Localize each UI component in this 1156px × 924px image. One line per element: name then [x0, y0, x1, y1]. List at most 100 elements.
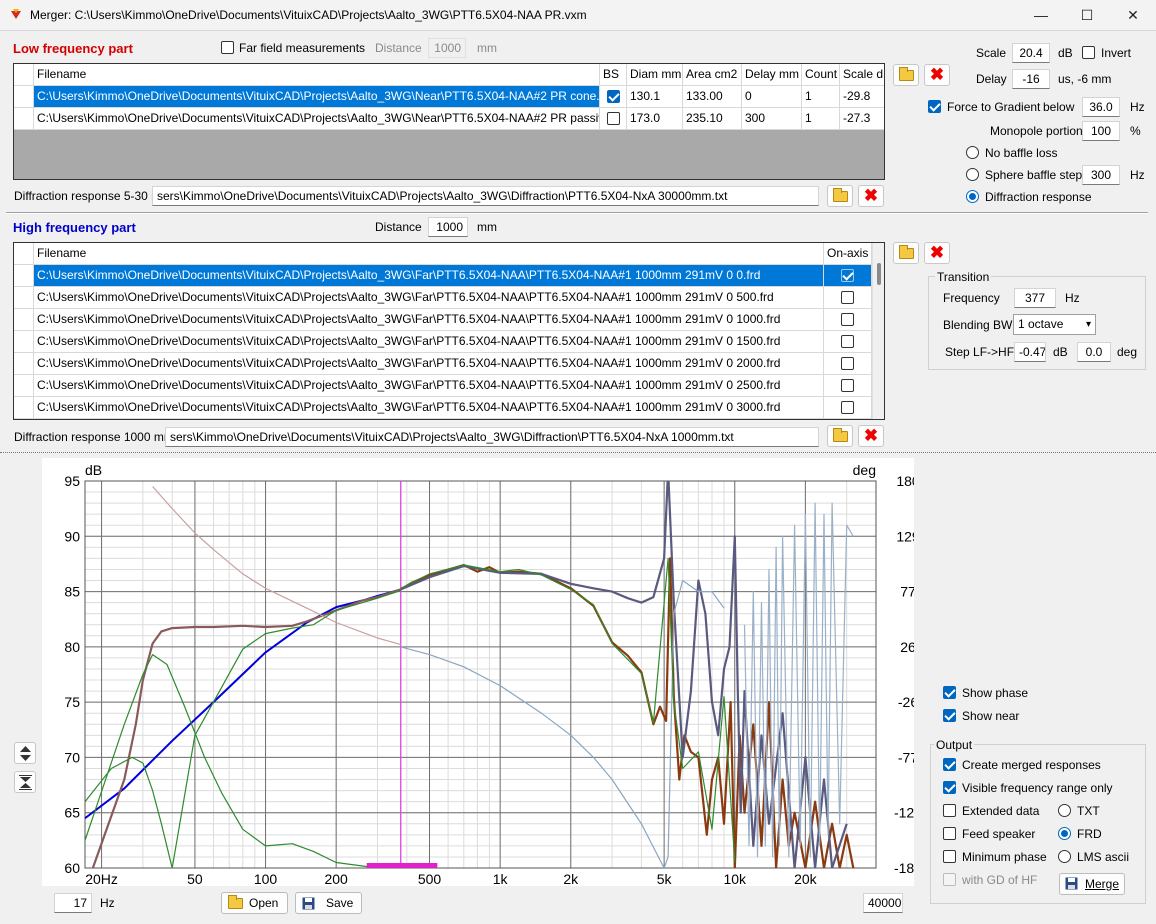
lf-remove-file-button[interactable]: ✖ [924, 64, 950, 86]
no-baffle-radio[interactable] [966, 146, 979, 159]
hf-diffraction-open-button[interactable] [827, 425, 853, 447]
lf-row-diam[interactable]: 173.0 [627, 108, 683, 130]
lf-row-count[interactable]: 1 [802, 86, 840, 108]
on-axis-checkbox[interactable] [841, 379, 854, 392]
delay-input[interactable]: -16 [1012, 69, 1050, 89]
sphere-baffle-input[interactable]: 300 [1082, 165, 1120, 185]
lf-row-scale[interactable]: -27.3 [840, 108, 884, 130]
lms-radio[interactable] [1058, 850, 1071, 863]
lf-row-filename[interactable]: C:\Users\Kimmo\OneDrive\Documents\Vituix… [34, 108, 600, 130]
frd-radio[interactable] [1058, 827, 1071, 840]
row-header[interactable] [14, 397, 34, 419]
minimize-button[interactable]: — [1018, 0, 1064, 31]
diffraction-response-radio[interactable] [966, 190, 979, 203]
hf-col-filename[interactable]: Filename [34, 243, 824, 265]
hf-row-filename[interactable]: C:\Users\Kimmo\OneDrive\Documents\Vituix… [34, 397, 824, 419]
sphere-baffle-radio[interactable] [966, 168, 979, 181]
feed-speaker-checkbox[interactable] [943, 827, 956, 840]
hf-remove-file-button[interactable]: ✖ [924, 242, 950, 264]
hf-row-filename[interactable]: C:\Users\Kimmo\OneDrive\Documents\Vituix… [34, 375, 824, 397]
lf-row-count[interactable]: 1 [802, 108, 840, 130]
on-axis-checkbox[interactable] [841, 313, 854, 326]
monopole-input[interactable]: 100 [1082, 121, 1120, 141]
on-axis-checkbox[interactable] [841, 269, 854, 282]
lf-col-area[interactable]: Area cm2 [683, 64, 742, 86]
lf-diffraction-file[interactable]: sers\Kimmo\OneDrive\Documents\VituixCAD\… [152, 186, 819, 206]
blending-bw-select[interactable]: 1 octave ▾ [1013, 314, 1096, 335]
zoom-vertical-button[interactable] [14, 742, 36, 764]
visible-range-checkbox[interactable] [943, 781, 956, 794]
lf-row-diam[interactable]: 130.1 [627, 86, 683, 108]
lf-col-delay[interactable]: Delay mm [742, 64, 802, 86]
transition-frequency-input[interactable]: 377 [1014, 288, 1056, 308]
row-header[interactable] [14, 265, 34, 287]
hf-row-filename[interactable]: C:\Users\Kimmo\OneDrive\Documents\Vituix… [34, 331, 824, 353]
hf-scrollbar[interactable] [872, 243, 884, 419]
row-header[interactable] [14, 86, 34, 108]
hf-row-filename[interactable]: C:\Users\Kimmo\OneDrive\Documents\Vituix… [34, 309, 824, 331]
response-chart[interactable]: dB deg 95 90 85 80 75 70 65 60 180 129 77 26 -26 -77 -12… [42, 458, 914, 886]
y-tick-left: 65 [64, 805, 80, 821]
lf-col-diam[interactable]: Diam mm [627, 64, 683, 86]
lf-col-count[interactable]: Count [802, 64, 840, 86]
lf-diffraction-remove-button[interactable]: ✖ [858, 185, 884, 207]
txt-radio[interactable] [1058, 804, 1071, 817]
show-phase-checkbox[interactable] [943, 686, 956, 699]
lf-row-scale[interactable]: -29.8 [840, 86, 884, 108]
fit-vertical-button[interactable] [14, 771, 36, 793]
hf-distance-input[interactable]: 1000 [428, 217, 468, 237]
lf-row-delay[interactable]: 0 [742, 86, 802, 108]
hf-diffraction-remove-button[interactable]: ✖ [858, 425, 884, 447]
on-axis-checkbox[interactable] [841, 357, 854, 370]
row-header[interactable] [14, 331, 34, 353]
lf-col-bs[interactable]: BS [600, 64, 627, 86]
row-header[interactable] [14, 108, 34, 130]
close-button[interactable]: ✕ [1110, 0, 1156, 31]
on-axis-checkbox[interactable] [841, 335, 854, 348]
show-near-checkbox[interactable] [943, 709, 956, 722]
hf-row-filename[interactable]: C:\Users\Kimmo\OneDrive\Documents\Vituix… [34, 287, 824, 309]
bs-checkbox[interactable] [607, 90, 620, 103]
hf-row-filename[interactable]: C:\Users\Kimmo\OneDrive\Documents\Vituix… [34, 265, 824, 287]
hf-diffraction-file[interactable]: sers\Kimmo\OneDrive\Documents\VituixCAD\… [165, 427, 819, 447]
open-button[interactable]: Open [221, 892, 288, 914]
row-header[interactable] [14, 287, 34, 309]
hf-add-file-button[interactable] [893, 242, 919, 264]
on-axis-checkbox[interactable] [841, 401, 854, 414]
lf-diffraction-open-button[interactable] [827, 185, 853, 207]
lf-row-area[interactable]: 235.10 [683, 108, 742, 130]
below-input[interactable]: 36.0 [1082, 97, 1120, 117]
row-header[interactable] [14, 309, 34, 331]
lf-distance-input[interactable]: 1000 [428, 38, 466, 58]
save-button[interactable]: Save [295, 892, 362, 914]
bs-checkbox[interactable] [607, 112, 620, 125]
fmin-input[interactable]: 17 [54, 893, 92, 913]
delete-icon: ✖ [929, 65, 945, 84]
row-header[interactable] [14, 353, 34, 375]
lf-row-filename[interactable]: C:\Users\Kimmo\OneDrive\Documents\Vituix… [34, 86, 600, 108]
create-merged-checkbox[interactable] [943, 758, 956, 771]
fmax-input[interactable]: 40000 [863, 893, 903, 913]
force-gradient-checkbox[interactable] [928, 100, 941, 113]
lf-add-file-button[interactable] [893, 64, 919, 86]
scale-input[interactable]: 20.4 [1012, 43, 1050, 63]
lf-row-area[interactable]: 133.00 [683, 86, 742, 108]
on-axis-checkbox[interactable] [841, 291, 854, 304]
merge-button[interactable]: Merge [1059, 873, 1125, 895]
minimum-phase-checkbox[interactable] [943, 850, 956, 863]
hf-scrollbar-thumb[interactable] [877, 263, 881, 285]
maximize-button[interactable]: ☐ [1064, 0, 1110, 31]
lf-col-filename[interactable]: Filename [34, 64, 600, 86]
splitter[interactable] [0, 452, 1156, 455]
hf-row-filename[interactable]: C:\Users\Kimmo\OneDrive\Documents\Vituix… [34, 353, 824, 375]
lf-row-delay[interactable]: 300 [742, 108, 802, 130]
invert-checkbox[interactable] [1082, 46, 1095, 59]
row-header[interactable] [14, 375, 34, 397]
far-field-checkbox[interactable] [221, 41, 234, 54]
step-db-input[interactable]: -0.47 [1014, 342, 1046, 362]
gd-hf-checkbox[interactable] [943, 873, 956, 886]
extended-data-checkbox[interactable] [943, 804, 956, 817]
lf-col-scale[interactable]: Scale dB [840, 64, 884, 86]
hf-col-on-axis[interactable]: On-axis [824, 243, 872, 265]
step-deg-input[interactable]: 0.0 [1077, 342, 1111, 362]
